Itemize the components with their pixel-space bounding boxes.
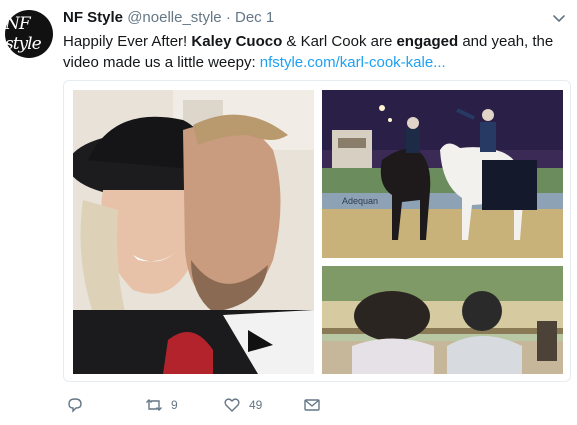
avatar[interactable]: NF style [5,10,53,58]
avatar-logo: NF style [5,14,42,54]
photo-riders-watching[interactable] [322,266,563,374]
tweet-text: Happily Ever After! Kaley Cuoco & Karl C… [63,31,563,73]
text-part: Happily Ever After! [63,33,192,50]
like-count: 49 [249,398,263,412]
reply-icon [68,398,82,413]
separator: · [225,9,231,26]
text-part: & Karl Cook are [282,33,397,50]
like-action[interactable]: 49 [223,396,262,414]
envelope-icon [304,399,320,411]
photo-couple-kiss[interactable] [73,90,314,374]
handle[interactable]: @noelle_style [127,9,221,26]
tweet-date[interactable]: Dec 1 [235,9,274,26]
article-link[interactable]: nfstyle.com/karl-cook-kale... [260,54,446,71]
heart-icon [224,398,240,412]
retweet-action[interactable]: 9 [145,396,178,414]
bold-engaged: engaged [396,33,459,50]
tweet-header: NF Style @noelle_style · Dec 1 [63,9,274,26]
arena-sign-text: Adequan [342,196,378,206]
retweet-count: 9 [171,398,178,412]
direct-message-action[interactable] [303,396,321,414]
photo-horses-night[interactable]: Adequan [322,90,563,258]
retweet-icon [146,399,162,411]
display-name[interactable]: NF Style [63,9,123,26]
tweet[interactable]: NF style NF Style @noelle_style · Dec 1 … [0,0,577,425]
mention-kaley-cuoco: Kaley Cuoco [191,33,283,50]
reply-action[interactable] [66,396,92,414]
media-card[interactable]: Adequan [63,80,571,382]
chevron-down-icon[interactable] [551,10,567,26]
